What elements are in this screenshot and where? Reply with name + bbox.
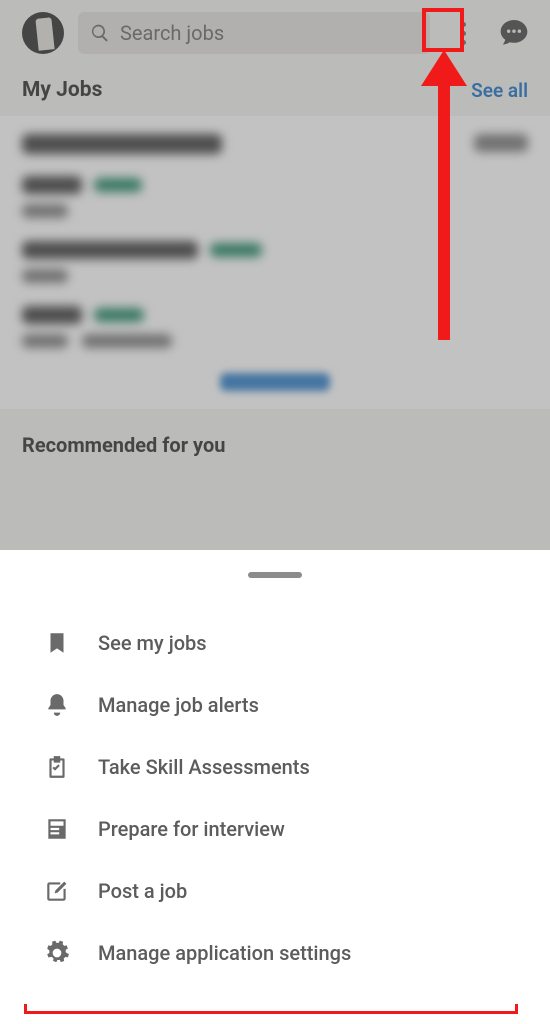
chat-icon (498, 16, 530, 48)
messages-button[interactable] (498, 16, 532, 50)
search-icon (90, 23, 110, 43)
edit-icon (44, 878, 70, 904)
menu-item-see-my-jobs[interactable]: See my jobs (0, 612, 550, 674)
menu-item-take-skill-assessments[interactable]: Take Skill Assessments (0, 736, 550, 798)
recommended-title: Recommended for you (0, 409, 550, 457)
gear-icon (44, 940, 70, 966)
menu-item-post-a-job[interactable]: Post a job (0, 860, 550, 922)
my-jobs-header: My Jobs See all (0, 64, 550, 116)
recent-search-item[interactable] (22, 241, 528, 284)
search-input[interactable]: Search jobs (78, 12, 430, 54)
menu-label: Manage job alerts (98, 693, 259, 717)
my-jobs-title: My Jobs (22, 78, 102, 102)
menu-item-manage-application-settings[interactable]: Manage application settings (0, 922, 550, 984)
recent-searches-card (0, 116, 550, 409)
menu-item-prepare-for-interview[interactable]: Prepare for interview (0, 798, 550, 860)
menu-label: Take Skill Assessments (98, 755, 310, 779)
profile-avatar[interactable] (22, 12, 64, 54)
recent-searches-header (22, 134, 528, 154)
see-more-link[interactable] (22, 371, 528, 391)
annotation-highlight-more (422, 8, 464, 52)
see-all-link[interactable]: See all (471, 79, 528, 102)
document-icon (44, 816, 70, 842)
menu-label: See my jobs (98, 631, 207, 655)
topbar: Search jobs (0, 0, 550, 64)
bell-icon (44, 692, 70, 718)
search-placeholder: Search jobs (120, 21, 224, 45)
clipboard-check-icon (44, 754, 70, 780)
recent-search-item[interactable] (22, 306, 528, 349)
menu-label: Prepare for interview (98, 817, 285, 841)
jobs-page: Search jobs My Jobs See all (0, 0, 550, 550)
menu-label: Post a job (98, 879, 187, 903)
recent-search-item[interactable] (22, 176, 528, 219)
actions-bottom-sheet: See my jobs Manage job alerts Take Skill… (0, 550, 550, 1004)
sheet-drag-handle[interactable] (248, 572, 302, 578)
menu-label: Manage application settings (98, 941, 351, 965)
menu-item-manage-job-alerts[interactable]: Manage job alerts (0, 674, 550, 736)
sheet-menu: See my jobs Manage job alerts Take Skill… (0, 612, 550, 984)
bookmark-icon (44, 630, 70, 656)
